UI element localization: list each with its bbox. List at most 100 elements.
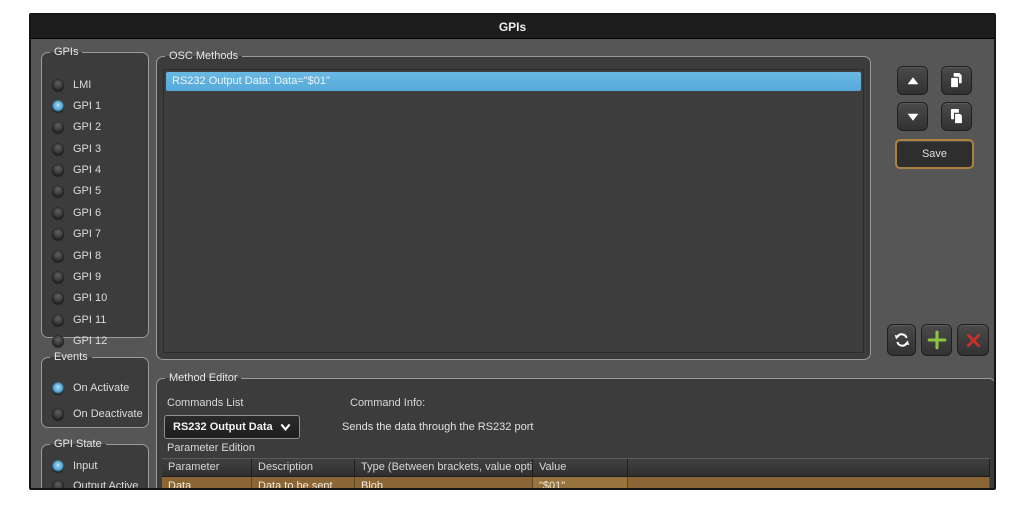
- sidebar-item-lmi[interactable]: LMI: [52, 78, 146, 91]
- save-button-label: Save: [922, 148, 947, 160]
- radio-icon: [52, 79, 64, 91]
- radio-icon: [52, 460, 64, 472]
- sidebar-item-label: GPI 4: [73, 164, 101, 176]
- radio-icon: [52, 250, 64, 262]
- plus-icon: [926, 329, 948, 351]
- move-down-button[interactable]: [897, 102, 928, 131]
- sidebar-item-gpi-8[interactable]: GPI 8: [52, 249, 146, 262]
- method-editor-group: Method Editor Commands List Command Info…: [156, 372, 996, 490]
- osc-methods-list[interactable]: RS232 Output Data: Data="$01": [163, 69, 864, 353]
- cell-description: Data to be sent: [252, 477, 355, 490]
- refresh-icon: [892, 330, 912, 350]
- radio-label: Output Active: [73, 480, 138, 491]
- refresh-button[interactable]: [887, 324, 916, 356]
- radio-icon: [52, 382, 64, 394]
- radio-on-deactivate[interactable]: On Deactivate: [52, 407, 146, 420]
- parameter-table: Parameter Description Type (Between brac…: [162, 458, 990, 490]
- sidebar-item-gpi-11[interactable]: GPI 11: [52, 313, 146, 326]
- commands-list-value: RS232 Output Data: [173, 421, 273, 433]
- command-info-label: Command Info:: [350, 397, 425, 409]
- sidebar-item-label: GPI 6: [73, 207, 101, 219]
- sidebar-item-gpi-9[interactable]: GPI 9: [52, 271, 146, 284]
- radio-output-active[interactable]: Output Active: [52, 479, 146, 490]
- window-titlebar: GPIs: [31, 15, 994, 39]
- radio-icon: [52, 480, 64, 491]
- sidebar-item-label: LMI: [73, 79, 91, 91]
- parameter-edition-label: Parameter Edition: [167, 442, 255, 454]
- sidebar-item-label: GPI 11: [73, 314, 106, 326]
- sidebar-item-gpi-2[interactable]: GPI 2: [52, 121, 146, 134]
- paste-button[interactable]: [941, 102, 972, 131]
- up-arrow-icon: [904, 72, 922, 90]
- window-body: GPIs LMI GPI 1 GPI 2 GPI 3 GPI 4 GPI 5 G…: [31, 40, 994, 488]
- osc-method-item[interactable]: RS232 Output Data: Data="$01": [166, 72, 861, 91]
- sidebar-item-gpi-5[interactable]: GPI 5: [52, 185, 146, 198]
- header-description: Description: [252, 459, 355, 476]
- copy-icon: [947, 71, 966, 90]
- gpi-state-group: GPI State Input Output Active Output Ina…: [41, 438, 149, 490]
- gpis-group-label: GPIs: [50, 46, 82, 58]
- sidebar-item-label: GPI 9: [73, 271, 101, 283]
- radio-icon: [52, 143, 64, 155]
- radio-icon: [52, 292, 64, 304]
- gpis-radio-list: LMI GPI 1 GPI 2 GPI 3 GPI 4 GPI 5 GPI 6 …: [52, 78, 146, 348]
- sidebar-item-gpi-7[interactable]: GPI 7: [52, 228, 146, 241]
- commands-list-dropdown[interactable]: RS232 Output Data: [164, 415, 300, 439]
- radio-icon: [52, 335, 64, 347]
- sidebar-item-gpi-6[interactable]: GPI 6: [52, 206, 146, 219]
- radio-icon: [52, 228, 64, 240]
- x-icon: [964, 331, 983, 350]
- sidebar-item-label: GPI 5: [73, 185, 101, 197]
- delete-button[interactable]: [957, 324, 989, 356]
- cell-parameter: Data: [162, 477, 252, 490]
- parameter-row[interactable]: Data Data to be sent Blob "$01": [162, 476, 990, 490]
- sidebar-item-label: GPI 8: [73, 250, 101, 262]
- header-blank: [628, 459, 990, 476]
- command-info-text: Sends the data through the RS232 port: [342, 421, 533, 433]
- window-title: GPIs: [499, 20, 526, 34]
- osc-methods-group-label: OSC Methods: [165, 50, 242, 62]
- radio-label: On Activate: [73, 382, 129, 394]
- add-button[interactable]: [921, 324, 952, 356]
- header-parameter: Parameter: [162, 459, 252, 476]
- gpi-state-radio-list: Input Output Active Output Inactive: [52, 459, 146, 490]
- gpi-state-group-label: GPI State: [50, 438, 106, 450]
- sidebar-item-label: GPI 1: [73, 100, 101, 112]
- sidebar-item-label: GPI 12: [73, 335, 107, 347]
- chevron-down-icon: [280, 423, 291, 431]
- sidebar-item-gpi-12[interactable]: GPI 12: [52, 335, 146, 348]
- radio-icon: [52, 121, 64, 133]
- radio-icon: [52, 314, 64, 326]
- cell-value[interactable]: "$01": [533, 477, 628, 490]
- cell-blank: [628, 477, 990, 490]
- radio-label: On Deactivate: [73, 408, 143, 420]
- sidebar-item-gpi-1[interactable]: GPI 1: [52, 99, 146, 112]
- table-header-row: Parameter Description Type (Between brac…: [162, 458, 990, 476]
- events-group-label: Events: [50, 351, 92, 363]
- radio-icon: [52, 164, 64, 176]
- radio-icon: [52, 271, 64, 283]
- down-arrow-icon: [904, 108, 922, 126]
- sidebar-item-gpi-4[interactable]: GPI 4: [52, 164, 146, 177]
- move-up-button[interactable]: [897, 66, 928, 95]
- events-radio-list: On Activate On Deactivate: [52, 381, 146, 420]
- sidebar-item-gpi-3[interactable]: GPI 3: [52, 142, 146, 155]
- method-editor-group-label: Method Editor: [165, 372, 241, 384]
- radio-on-activate[interactable]: On Activate: [52, 381, 146, 394]
- events-group: Events On Activate On Deactivate: [41, 351, 149, 428]
- sidebar-item-label: GPI 2: [73, 121, 101, 133]
- sidebar-item-gpi-10[interactable]: GPI 10: [52, 292, 146, 305]
- radio-icon: [52, 185, 64, 197]
- gpis-group: GPIs LMI GPI 1 GPI 2 GPI 3 GPI 4 GPI 5 G…: [41, 46, 149, 338]
- save-button[interactable]: Save: [895, 139, 974, 169]
- radio-input[interactable]: Input: [52, 459, 146, 472]
- copy-button[interactable]: [941, 66, 972, 95]
- radio-icon: [52, 408, 64, 420]
- gpis-window: GPIs GPIs LMI GPI 1 GPI 2 GPI 3 GPI 4 GP…: [29, 13, 996, 490]
- sidebar-item-label: GPI 7: [73, 228, 101, 240]
- header-type: Type (Between brackets, value options): [355, 459, 533, 476]
- commands-list-label: Commands List: [167, 397, 243, 409]
- cell-type: Blob: [355, 477, 533, 490]
- header-value: Value: [533, 459, 628, 476]
- radio-label: Input: [73, 460, 97, 472]
